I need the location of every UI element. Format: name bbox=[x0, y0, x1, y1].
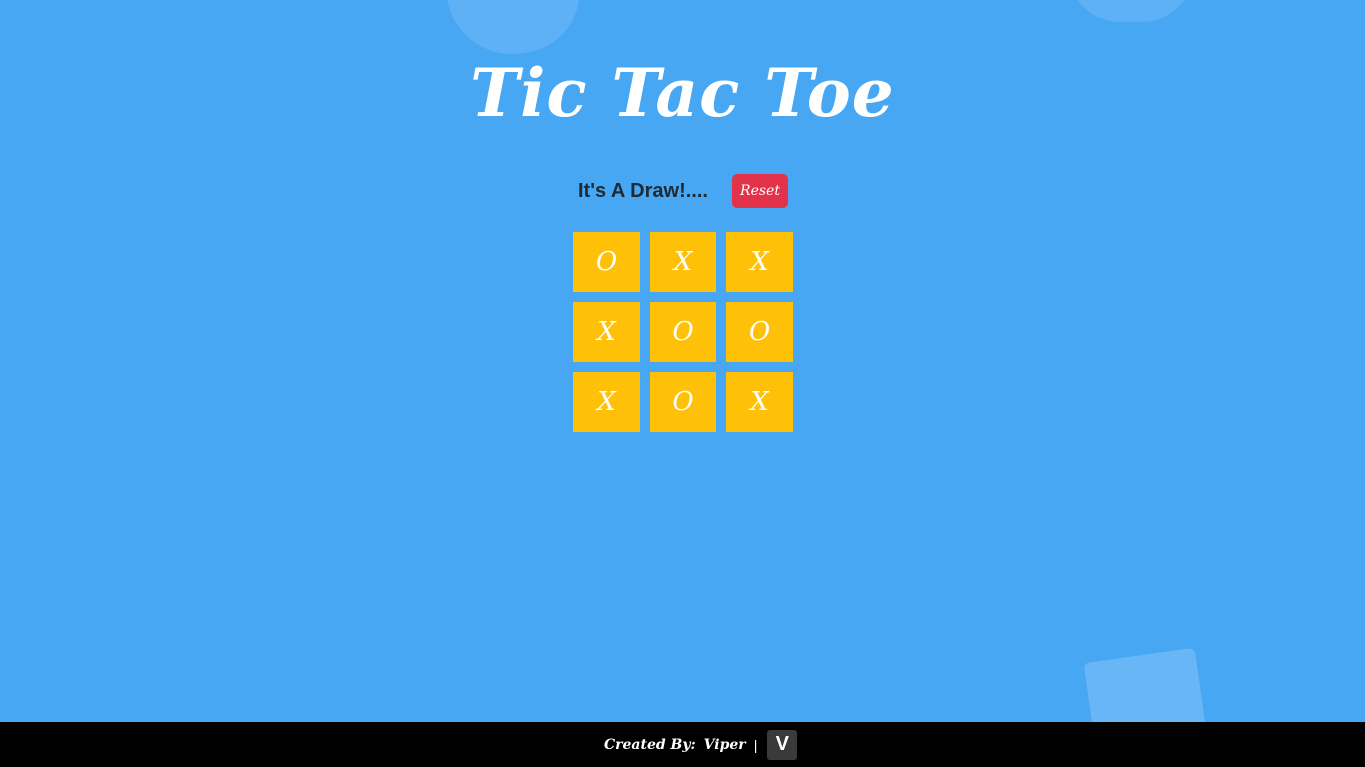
footer: Created By: Viper | V bbox=[0, 722, 1365, 767]
page-title: Tic Tac Toe bbox=[470, 54, 895, 132]
footer-credits: Created By: Viper | V bbox=[604, 722, 798, 767]
board-cell-5[interactable]: O bbox=[650, 302, 716, 362]
game-board: O X X X O O X O X bbox=[573, 232, 793, 432]
board-cell-8[interactable]: O bbox=[650, 372, 716, 432]
created-by-label: Created By: bbox=[604, 736, 696, 753]
board-cell-2[interactable]: X bbox=[650, 232, 716, 292]
author-name: Viper bbox=[703, 736, 746, 753]
board-cell-3[interactable]: X bbox=[726, 232, 793, 292]
board-cell-6[interactable]: O bbox=[726, 302, 793, 362]
footer-separator: | bbox=[753, 736, 758, 753]
game-status: It's A Draw!.... bbox=[578, 180, 708, 202]
board-cell-4[interactable]: X bbox=[573, 302, 640, 362]
board-cell-9[interactable]: X bbox=[726, 372, 793, 432]
board-cell-7[interactable]: X bbox=[573, 372, 640, 432]
status-row: It's A Draw!.... Reset bbox=[573, 174, 793, 208]
author-logo[interactable]: V bbox=[767, 729, 798, 760]
background-shape bbox=[1068, 0, 1194, 22]
reset-button[interactable]: Reset bbox=[732, 174, 788, 208]
logo-letter: V bbox=[775, 733, 789, 755]
board-cell-1[interactable]: O bbox=[573, 232, 640, 292]
